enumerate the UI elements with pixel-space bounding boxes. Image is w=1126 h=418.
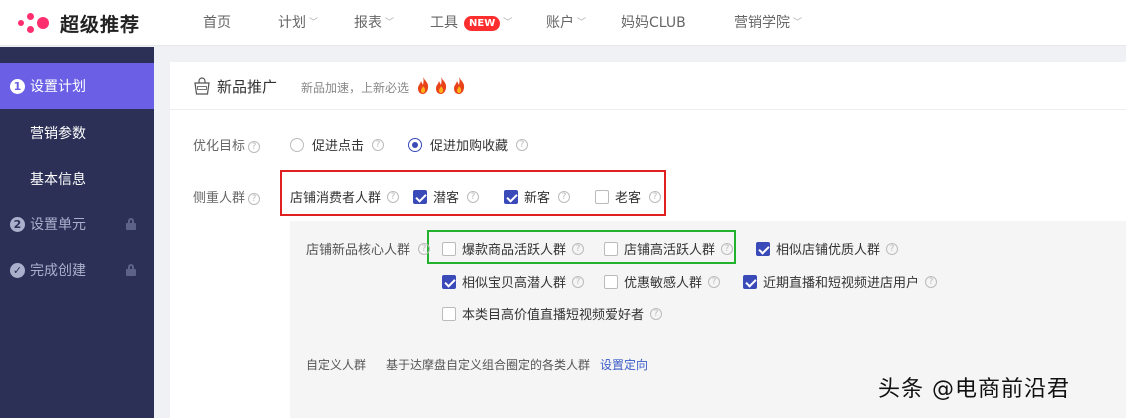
custom-audience-desc: 基于达摩盘自定义组合圈定的各类人群 bbox=[386, 358, 591, 372]
checkbox[interactable] bbox=[413, 189, 427, 204]
checkbox-similar-item-potential[interactable]: 相似宝贝高潜人群? bbox=[442, 272, 585, 291]
sidebar-step-label: 设置单元 bbox=[30, 217, 86, 233]
help-icon[interactable]: ? bbox=[516, 138, 529, 151]
checkbox[interactable] bbox=[595, 189, 609, 204]
sidebar-step-set-plan[interactable]: 1 设置计划 bbox=[0, 63, 154, 109]
help-icon[interactable]: ? bbox=[372, 138, 385, 151]
nav-item-home[interactable]: 首页 bbox=[203, 0, 231, 46]
checkbox-old-customers[interactable]: 老客? bbox=[595, 187, 662, 206]
app-title: 超级推荐 bbox=[60, 13, 141, 36]
checkbox[interactable] bbox=[442, 274, 456, 289]
chevron-down-icon: ﹀ bbox=[309, 18, 319, 28]
sidebar: 1 设置计划 营销参数 基本信息 2 设置单元 ✓ 完成创建 bbox=[0, 47, 154, 418]
checkbox[interactable] bbox=[442, 306, 456, 321]
checkbox[interactable] bbox=[442, 241, 456, 256]
help-icon[interactable]: ? bbox=[925, 275, 938, 288]
checkbox-live-video-visitors[interactable]: 近期直播和短视频进店用户? bbox=[743, 272, 938, 291]
help-icon[interactable]: ? bbox=[649, 190, 662, 203]
sidebar-step-set-unit: 2 设置单元 bbox=[0, 201, 154, 247]
lock-icon bbox=[126, 264, 136, 276]
audience-label: 侧重人群? bbox=[193, 187, 261, 206]
chevron-down-icon: ﹀ bbox=[385, 18, 395, 28]
checkbox[interactable] bbox=[604, 241, 618, 256]
checkbox-discount-sensitive[interactable]: 优惠敏感人群? bbox=[604, 272, 721, 291]
sidebar-step-finish: ✓ 完成创建 bbox=[0, 247, 154, 293]
help-icon[interactable]: ? bbox=[572, 275, 585, 288]
help-icon[interactable]: ? bbox=[558, 190, 571, 203]
help-icon[interactable]: ? bbox=[708, 275, 721, 288]
nav-item-report[interactable]: 报表 ﹀ bbox=[354, 0, 394, 46]
checkbox-new-customers[interactable]: 新客? bbox=[504, 187, 571, 206]
nav-item-mama-club[interactable]: 妈妈CLUB bbox=[621, 0, 686, 46]
checkbox-similar-store-quality[interactable]: 相似店铺优质人群? bbox=[756, 239, 899, 258]
help-icon[interactable]: ? bbox=[467, 190, 480, 203]
step-number: 1 bbox=[10, 78, 25, 94]
help-icon[interactable]: ? bbox=[248, 140, 261, 153]
goal-label: 优化目标? bbox=[193, 135, 261, 154]
sidebar-item-marketing-params[interactable]: 营销参数 bbox=[30, 123, 86, 143]
help-icon[interactable]: ? bbox=[650, 307, 663, 320]
checkbox[interactable] bbox=[756, 241, 770, 256]
checkbox[interactable] bbox=[504, 189, 518, 204]
nav-item-tools[interactable]: 工具 NEW ﹀ bbox=[430, 0, 512, 46]
checkbox[interactable] bbox=[743, 274, 757, 289]
nav-item-account[interactable]: 账户 ﹀ bbox=[546, 0, 586, 46]
sidebar-step-label: 完成创建 bbox=[30, 263, 86, 279]
fire-icon bbox=[436, 77, 447, 94]
nav-item-academy[interactable]: 营销学院 ﹀ bbox=[734, 0, 802, 46]
checkbox-category-live-fans[interactable]: 本类目高价值直播短视频爱好者? bbox=[442, 304, 663, 323]
radio-button[interactable] bbox=[290, 137, 304, 152]
store-consumer-group-label: 店铺消费者人群? bbox=[290, 187, 400, 206]
checkbox-store-high-active[interactable]: 店铺高活跃人群? bbox=[604, 239, 734, 258]
radio-promote-cart[interactable]: 促进加购收藏? bbox=[408, 135, 529, 154]
chevron-down-icon: ﹀ bbox=[577, 18, 587, 28]
fire-icon bbox=[454, 77, 465, 94]
help-icon[interactable]: ? bbox=[418, 242, 431, 255]
sidebar-item-basic-info[interactable]: 基本信息 bbox=[30, 169, 86, 189]
nav-item-plan[interactable]: 计划 ﹀ bbox=[278, 0, 318, 46]
radio-button[interactable] bbox=[408, 137, 422, 152]
chevron-down-icon: ﹀ bbox=[793, 18, 803, 28]
checkbox-hot-item-active[interactable]: 爆款商品活跃人群? bbox=[442, 239, 585, 258]
fire-icon bbox=[418, 77, 429, 94]
lock-icon bbox=[126, 218, 136, 230]
top-navbar: 超级推荐 首页 计划 ﹀ 报表 ﹀ 工具 NEW ﹀ 账户 ﹀ 妈妈CLUB 营销学院 ﹀ bbox=[0, 0, 1126, 46]
card-header: 新品推广 新品加速，上新必选 bbox=[170, 62, 1126, 110]
main-card: 新品推广 新品加速，上新必选 优化目标? 促进点击? 促进加购收藏? 侧重人群?… bbox=[170, 62, 1126, 418]
sidebar-step-label: 设置计划 bbox=[30, 79, 86, 95]
help-icon[interactable]: ? bbox=[721, 242, 734, 255]
new-badge: NEW bbox=[464, 15, 501, 31]
page-subtitle: 新品加速，上新必选 bbox=[301, 81, 410, 95]
logo-icon bbox=[18, 9, 54, 37]
core-audience-label: 店铺新品核心人群? bbox=[306, 239, 431, 258]
shopping-bag-icon bbox=[194, 77, 210, 95]
watermark: 头条 @电商前沿君 bbox=[878, 377, 1070, 402]
page-title: 新品推广 bbox=[217, 78, 278, 96]
radio-promote-click[interactable]: 促进点击? bbox=[290, 135, 385, 154]
checkbox[interactable] bbox=[604, 274, 618, 289]
check-circle-icon: ✓ bbox=[10, 262, 25, 278]
chevron-down-icon: ﹀ bbox=[503, 18, 513, 28]
help-icon[interactable]: ? bbox=[387, 190, 400, 203]
help-icon[interactable]: ? bbox=[886, 242, 899, 255]
step-number: 2 bbox=[10, 216, 25, 232]
set-targeting-link[interactable]: 设置定向 bbox=[600, 356, 648, 373]
logo[interactable]: 超级推荐 bbox=[18, 9, 140, 37]
checkbox-potential-customers[interactable]: 潜客? bbox=[413, 187, 480, 206]
help-icon[interactable]: ? bbox=[572, 242, 585, 255]
custom-audience-label: 自定义人群 bbox=[306, 358, 367, 372]
help-icon[interactable]: ? bbox=[248, 192, 261, 205]
